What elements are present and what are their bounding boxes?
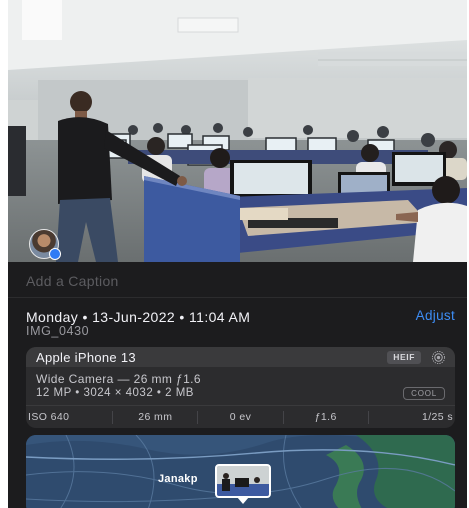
exif-row: ISO 640 26 mm 0 ev ƒ1.6 1/25 s (26, 405, 455, 428)
photo-datetime: Monday • 13-Jun-2022 • 11:04 AM (26, 309, 251, 325)
camera-info-card: Apple iPhone 13 HEIF Wide Camera — 26 mm… (26, 347, 455, 428)
exif-iso: ISO 640 (26, 410, 114, 424)
live-photo-icon[interactable] (431, 350, 446, 365)
location-map[interactable]: Janakp (26, 435, 455, 508)
caption-field[interactable]: Add a Caption (8, 262, 467, 298)
exif-shutter-speed: 1/25 s (422, 410, 454, 423)
image-specs: 12 MP • 3024 × 4032 • 2 MB (36, 387, 194, 399)
exif-aperture: ƒ1.6 (284, 410, 369, 424)
lens-info: Wide Camera — 26 mm ƒ1.6 (36, 372, 201, 386)
camera-card-header: Apple iPhone 13 HEIF (26, 347, 455, 367)
device-name: Apple iPhone 13 (36, 350, 136, 365)
exif-focal-length: 26 mm (113, 410, 199, 424)
photo-info-screen: Add a Caption Monday • 13-Jun-2022 • 11:… (8, 0, 467, 508)
caption-placeholder: Add a Caption (26, 273, 119, 289)
classroom-photo (8, 0, 467, 262)
person-avatar[interactable] (29, 229, 61, 260)
recognized-person-dot (49, 248, 61, 260)
exif-exposure-value: 0 ev (198, 410, 284, 424)
photographic-style-badge: COOL (403, 387, 445, 400)
format-badge: HEIF (387, 351, 421, 364)
photo-filename: IMG_0430 (26, 324, 90, 338)
adjust-button[interactable]: Adjust (416, 308, 455, 323)
map-place-label: Janakp (158, 473, 198, 485)
map-pin-icon (237, 497, 249, 504)
map-photo-thumbnail[interactable] (215, 464, 271, 498)
photo-view[interactable] (8, 0, 467, 262)
